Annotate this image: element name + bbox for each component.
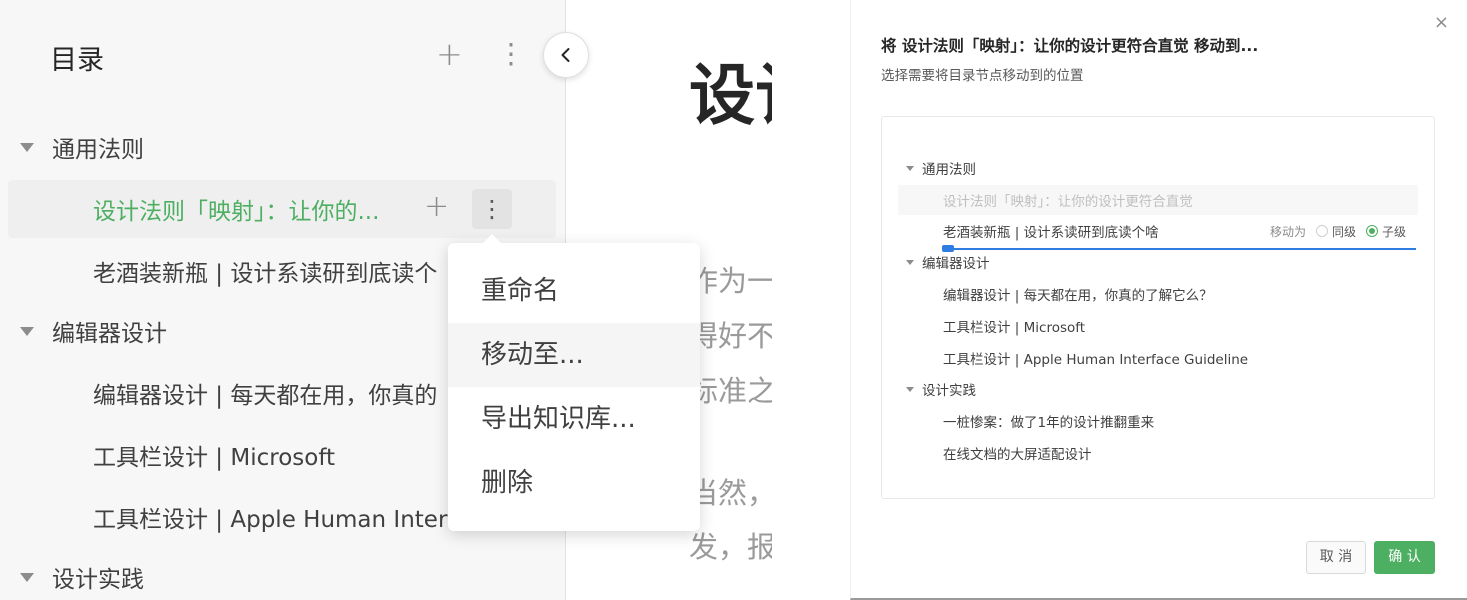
toc-group-practice[interactable]: 设计实践 — [0, 548, 566, 600]
collapse-sidebar-button[interactable] — [543, 32, 589, 78]
tree-node-group[interactable]: 设计实践 — [898, 374, 1418, 404]
radio-sibling-label[interactable]: 同级 — [1332, 223, 1356, 240]
move-as-label: 移动为 — [1269, 224, 1306, 239]
chevron-left-icon — [561, 48, 570, 62]
move-as-options: 移动为 同级 子级 — [1270, 223, 1406, 240]
cancel-button[interactable]: 取 消 — [1306, 541, 1366, 574]
tree-node-group[interactable]: 编辑器设计 — [898, 247, 1418, 277]
tree-node-disabled: 设计法则「映射」：让你的设计更符合直觉 — [898, 185, 1418, 215]
tree-node-label: 工具栏设计 | Microsoft — [943, 320, 1086, 336]
tree-node[interactable]: 在线文档的大屏适配设计 — [898, 438, 1418, 468]
radio-child-label[interactable]: 子级 — [1382, 223, 1406, 240]
caret-down-icon[interactable] — [20, 326, 34, 336]
dialog-title: 将 设计法则「映射」：让你的设计更符合直觉 移动到... — [881, 37, 1259, 55]
tree-node-label: 在线文档的大屏适配设计 — [943, 447, 1092, 463]
radio-sibling[interactable] — [1315, 225, 1328, 237]
menu-item-rename[interactable]: 重命名 — [448, 259, 700, 323]
menu-item-move-to[interactable]: 移动至... — [448, 323, 700, 387]
tree-node[interactable]: 编辑器设计 | 每天都在用，你真的了解它么？ — [898, 279, 1418, 309]
more-vertical-icon[interactable]: ⋮ — [497, 38, 525, 70]
target-tree: 通用法则 设计法则「映射」：让你的设计更符合直觉 老酒装新瓶 | 设计系读研到底… — [881, 116, 1435, 499]
document-text-line: 发，报 — [689, 530, 772, 564]
toc-title: 目录 — [50, 45, 104, 76]
toc-item-label: 设计实践 — [52, 567, 144, 593]
document-text-line: 标准之 — [689, 374, 772, 408]
radio-child[interactable] — [1365, 225, 1378, 237]
tree-node-label: 编辑器设计 — [922, 256, 990, 272]
tree-node-label: 编辑器设计 | 每天都在用，你真的了解它么？ — [943, 288, 1213, 304]
toc-item-label: 通用法则 — [52, 137, 144, 163]
add-icon[interactable]: + — [436, 38, 463, 70]
context-menu: 重命名 移动至... 导出知识库... 删除 — [448, 234, 700, 531]
document-heading: 设计 — [689, 57, 772, 134]
row-more-button[interactable]: ⋮ — [472, 189, 512, 229]
document-text-line: 作为一 — [689, 264, 772, 298]
tree-node-label: 设计法则「映射」：让你的设计更符合直觉 — [943, 194, 1193, 210]
caret-down-icon[interactable] — [906, 165, 914, 171]
caret-down-icon[interactable] — [906, 259, 914, 265]
tree-node-label: 通用法则 — [922, 162, 976, 178]
toc-item-selected[interactable]: 设计法则「映射」：让你的... + ⋮ — [8, 180, 556, 238]
menu-item-delete[interactable]: 删除 — [448, 451, 700, 515]
tree-node-label: 老酒装新瓶 | 设计系读研到底读个啥 — [943, 225, 1159, 241]
caret-down-icon[interactable] — [20, 142, 34, 152]
caret-down-icon[interactable] — [906, 386, 914, 392]
toc-item-label: 工具栏设计 | Microsoft — [93, 445, 336, 471]
tree-node[interactable]: 工具栏设计 | Microsoft — [898, 311, 1418, 341]
tree-node-target[interactable]: 老酒装新瓶 | 设计系读研到底读个啥 移动为 同级 子级 — [898, 216, 1418, 246]
add-child-icon[interactable]: + — [424, 192, 449, 222]
tree-node[interactable]: 工具栏设计 | Apple Human Interface Guideline — [898, 343, 1418, 373]
tree-node-label: 一桩惨案：做了1年的设计推翻重来 — [943, 415, 1155, 431]
menu-item-export[interactable]: 导出知识库... — [448, 387, 700, 451]
toc-item-label: 设计法则「映射」：让你的... — [93, 199, 380, 225]
tree-node[interactable]: 一桩惨案：做了1年的设计推翻重来 — [898, 406, 1418, 436]
confirm-button[interactable]: 确 认 — [1374, 541, 1435, 574]
toc-group-general[interactable]: 通用法则 — [0, 118, 566, 176]
caret-down-icon[interactable] — [20, 572, 34, 582]
toc-item-label: 老酒装新瓶 | 设计系读研到底读个 — [93, 261, 438, 287]
toc-item-label: 编辑器设计 — [52, 321, 167, 347]
dialog-subtitle: 选择需要将目录节点移动到的位置 — [881, 68, 1084, 84]
toc-item-label: 工具栏设计 | Apple Human Interf — [93, 507, 449, 533]
document-text-line: 当然， — [689, 476, 772, 510]
move-dialog: × 将 设计法则「映射」：让你的设计更符合直觉 移动到... 选择需要将目录节点… — [850, 0, 1467, 600]
close-icon[interactable]: × — [1434, 12, 1449, 33]
tree-node-label: 工具栏设计 | Apple Human Interface Guideline — [943, 352, 1249, 368]
document-text-line: 得好不 — [689, 319, 772, 353]
tree-node-label: 设计实践 — [922, 383, 976, 399]
tree-node-group[interactable]: 通用法则 — [898, 153, 1418, 183]
toc-item-label: 编辑器设计 | 每天都在用，你真的 — [93, 383, 438, 409]
